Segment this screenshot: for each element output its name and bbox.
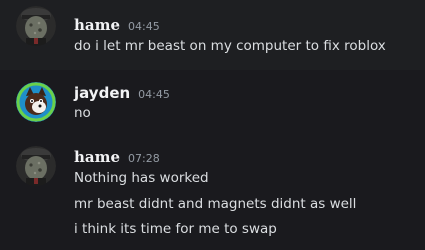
message-header: jayden 04:45 (74, 84, 170, 102)
message-group[interactable]: hame 07:28 Nothing has worked mr beast d… (0, 140, 425, 250)
message-group[interactable]: jayden 04:45 no (0, 76, 425, 134)
message-group[interactable]: hame 04:45 do i let mr beast on my compu… (0, 0, 425, 70)
message-hover-background (0, 0, 425, 70)
username[interactable]: jayden (74, 84, 130, 102)
username[interactable]: hame (74, 16, 120, 34)
timestamp[interactable]: 07:28 (128, 152, 160, 165)
avatar[interactable] (16, 146, 56, 186)
chat-message-list: hame 04:45 do i let mr beast on my compu… (0, 0, 425, 250)
message-text: Nothing has worked (74, 170, 209, 186)
message-text: no (74, 105, 91, 121)
message-header: hame 07:28 (74, 148, 160, 166)
message-header: hame 04:45 (74, 16, 160, 34)
timestamp[interactable]: 04:45 (138, 88, 170, 101)
message-text: do i let mr beast on my computer to fix … (74, 38, 386, 54)
username[interactable]: hame (74, 148, 120, 166)
message-text: i think its time for me to swap (74, 221, 277, 237)
avatar[interactable] (16, 82, 56, 122)
message-text: mr beast didnt and magnets didnt as well (74, 196, 357, 212)
timestamp[interactable]: 04:45 (128, 20, 160, 33)
avatar[interactable] (16, 6, 56, 46)
